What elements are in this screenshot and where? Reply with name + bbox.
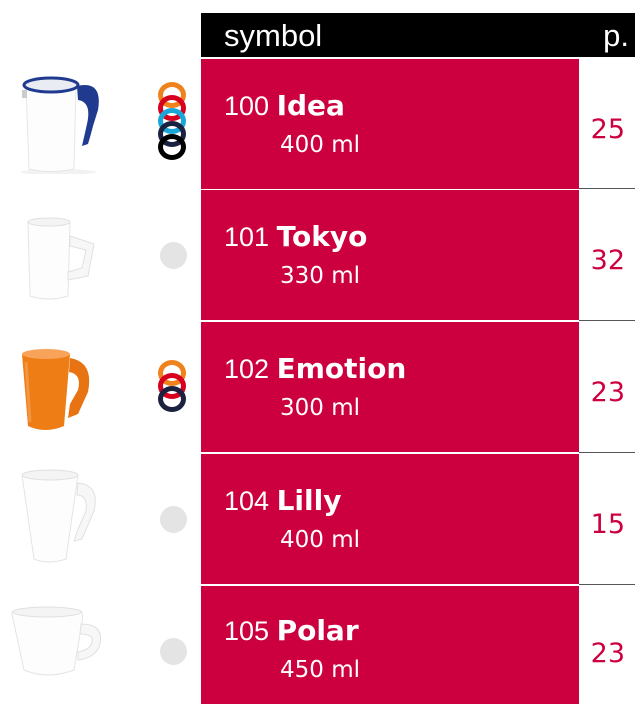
row-divider — [579, 188, 635, 189]
page-number[interactable]: 23 — [591, 377, 625, 408]
page-number[interactable]: 32 — [591, 245, 625, 276]
row-divider — [579, 452, 635, 453]
page-number[interactable]: 25 — [591, 114, 625, 145]
product-box — [201, 59, 579, 189]
page-number[interactable]: 23 — [591, 638, 625, 669]
swatch-black — [158, 134, 186, 160]
swatch-navy — [158, 386, 186, 412]
product-title: 102 Emotion — [224, 352, 406, 385]
product-name: Idea — [276, 89, 345, 122]
product-box — [201, 190, 579, 320]
table-row[interactable]: 101 Tokyo 330 ml 32 — [0, 190, 635, 320]
product-code: 100 — [224, 91, 270, 121]
product-volume: 400 ml — [280, 132, 361, 158]
header-page-label: p. — [603, 18, 629, 53]
product-title: 104 Lilly — [224, 484, 341, 517]
table-row[interactable]: 102 Emotion 300 ml 23 — [0, 322, 635, 452]
header-symbol-label: symbol — [224, 18, 323, 53]
product-box — [201, 454, 579, 584]
product-name: Tokyo — [276, 220, 368, 253]
product-volume: 330 ml — [280, 263, 361, 289]
mug-icon — [27, 217, 95, 300]
mug-icon — [21, 469, 96, 563]
product-code: 101 — [224, 222, 270, 252]
mug-icon — [22, 349, 90, 430]
single-color-dot — [160, 638, 187, 665]
product-name: Emotion — [276, 352, 407, 385]
product-code: 102 — [224, 354, 270, 384]
table-row[interactable]: 100 Idea 400 ml 25 — [0, 59, 635, 189]
row-divider — [579, 584, 635, 585]
product-volume: 300 ml — [280, 395, 361, 421]
product-title: 101 Tokyo — [224, 220, 367, 253]
product-name: Polar — [276, 614, 359, 647]
product-volume: 400 ml — [280, 527, 361, 553]
single-color-dot — [160, 506, 187, 533]
product-box — [201, 322, 579, 452]
mug-icon — [11, 606, 102, 676]
product-code: 105 — [224, 616, 270, 646]
single-color-dot — [160, 242, 187, 269]
product-volume: 450 ml — [280, 657, 361, 683]
product-code: 104 — [224, 486, 270, 516]
product-title: 105 Polar — [224, 614, 359, 647]
table-row[interactable]: 105 Polar 450 ml 23 — [0, 586, 635, 706]
jug-icon — [20, 76, 99, 174]
row-divider — [579, 320, 635, 321]
product-name: Lilly — [276, 484, 342, 517]
product-title: 100 Idea — [224, 89, 345, 122]
table-row[interactable]: 104 Lilly 400 ml 15 — [0, 454, 635, 584]
page-number[interactable]: 15 — [591, 509, 625, 540]
